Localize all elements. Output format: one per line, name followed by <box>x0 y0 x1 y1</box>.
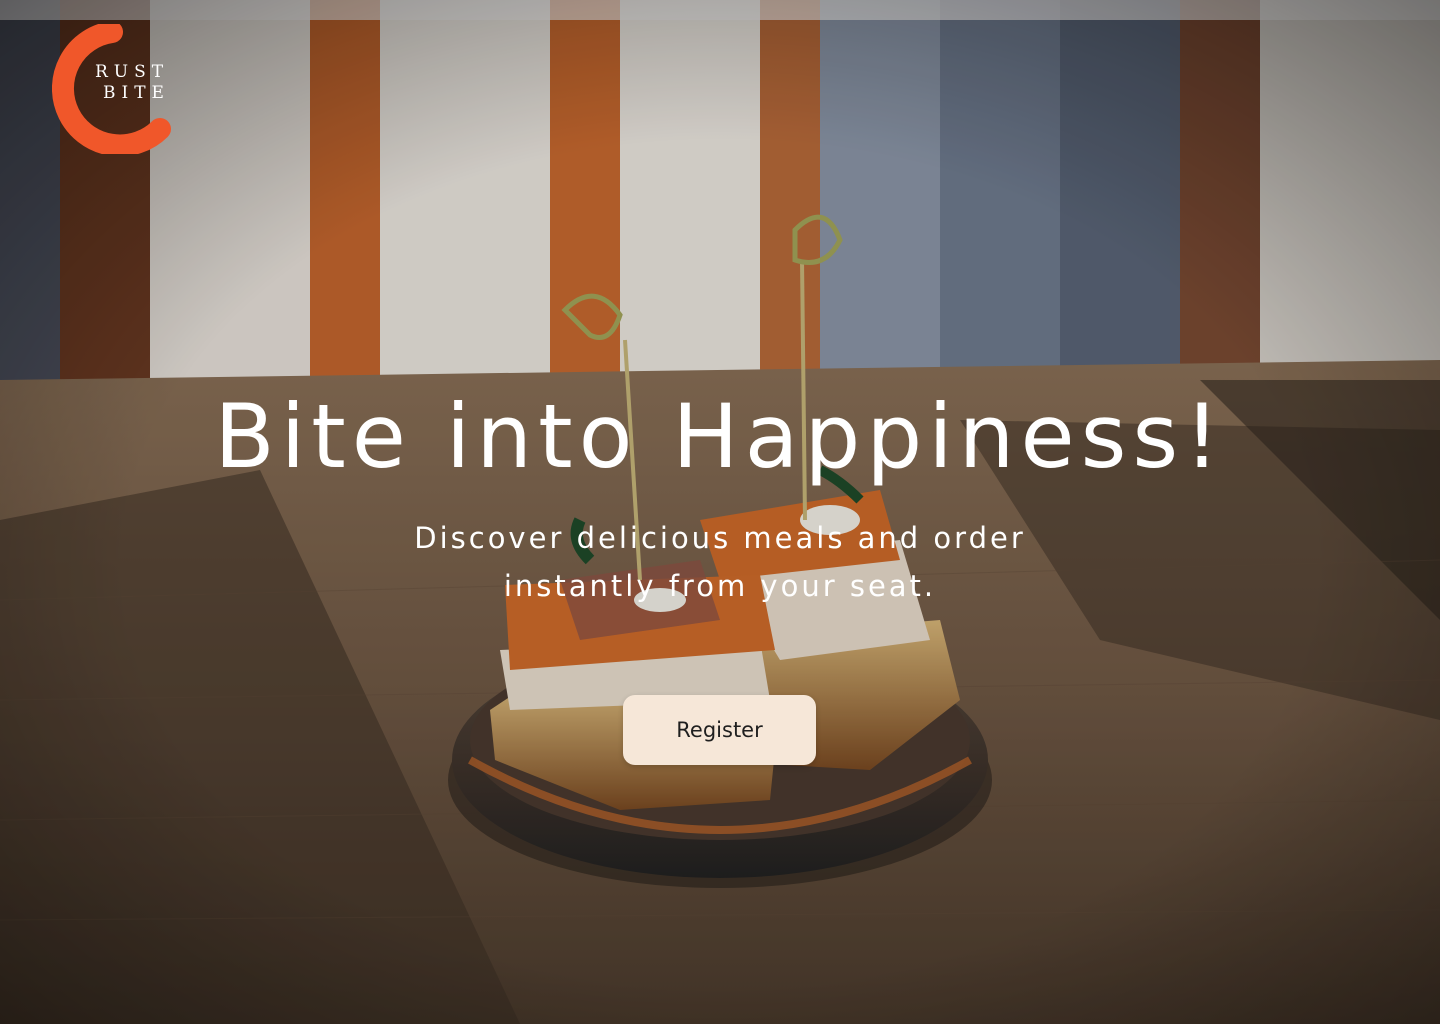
hero-subheadline: Discover delicious meals and order insta… <box>414 521 1026 603</box>
hero-section: RUST BITE Bite into Happiness! Discover … <box>0 0 1440 1024</box>
logo-wordmark: RUST BITE <box>95 62 170 104</box>
rustbite-logo[interactable]: RUST BITE <box>51 21 192 157</box>
hero-headline: Bite into Happiness! <box>214 385 1226 488</box>
hero-background-photo <box>0 0 1440 1024</box>
logo-line-2: BITE <box>103 83 170 103</box>
register-button[interactable]: Register <box>623 695 816 765</box>
logo-line-1: RUST <box>95 62 170 82</box>
